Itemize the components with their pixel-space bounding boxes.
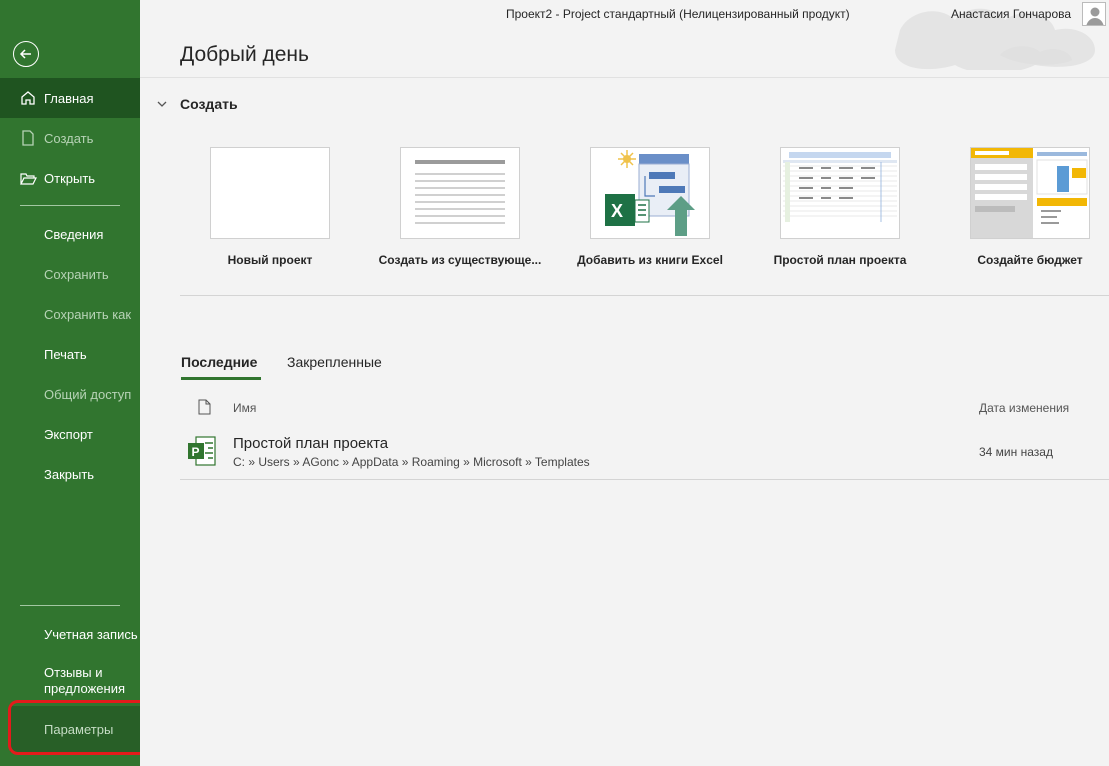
sidebar-item-label: Печать [44, 346, 87, 362]
recent-file-name: Простой план проекта [233, 435, 389, 452]
template-thumbnail: X [590, 147, 710, 239]
document-lines-thumbnail [415, 160, 505, 224]
user-name[interactable]: Анастасия Гончарова [951, 7, 1071, 21]
budget-report-thumbnail [971, 148, 1088, 238]
svg-text:P: P [192, 445, 200, 459]
sidebar-item-label: Главная [44, 90, 94, 106]
sidebar-item-label: Сохранить [44, 266, 109, 282]
sidebar-item-open[interactable]: Открыть [0, 158, 140, 198]
column-header-name[interactable]: Имя [233, 401, 256, 415]
recent-file-path: C: » Users » AGonc » AppData » Roaming »… [233, 455, 590, 469]
template-label: Создать из существующе... [378, 253, 542, 267]
sidebar-item-label: Создать [44, 130, 94, 146]
sidebar-item-label: Экспорт [44, 426, 93, 442]
create-section-title[interactable]: Создать [180, 96, 238, 112]
sidebar-item-label: Открыть [44, 170, 96, 186]
tab-recent[interactable]: Последние [181, 354, 257, 370]
template-thumbnail [970, 147, 1090, 239]
column-header-date[interactable]: Дата изменения [979, 401, 1069, 415]
project-file-icon: P [188, 436, 216, 466]
sidebar-item-label: Отзывы и предложения [44, 665, 126, 696]
sidebar-item-home[interactable]: Главная [0, 78, 140, 118]
sidebar-item-label: Общий доступ [44, 386, 132, 402]
header: Проект2 - Project стандартный (Нелицензи… [140, 0, 1109, 78]
sidebar-item-options[interactable]: Параметры [10, 706, 146, 752]
arrow-left-circle-icon [19, 49, 31, 59]
sidebar-item-save-as[interactable]: Сохранить как [0, 294, 140, 334]
template-thumbnail [780, 147, 900, 239]
sidebar-item-new[interactable]: Создать [0, 118, 140, 158]
svg-text:X: X [611, 201, 623, 221]
table-row[interactable]: P Простой план проекта C: » Users » AGon… [180, 428, 1109, 480]
sidebar-item-label: Учетная запись [44, 626, 138, 642]
user-avatar-icon [1086, 7, 1104, 25]
sidebar-item-print[interactable]: Печать [0, 334, 140, 374]
excel-import-thumbnail: X [605, 150, 695, 236]
home-icon [21, 91, 35, 105]
section-divider [180, 295, 1109, 296]
template-label: Простой план проекта [773, 253, 907, 267]
sidebar-item-label: Сохранить как [44, 306, 132, 322]
sidebar-item-label: Параметры [44, 721, 114, 737]
window-title: Проект2 - Project стандартный (Нелицензи… [506, 7, 850, 21]
template-label: Создайте бюджет [977, 253, 1083, 267]
sidebar-item-label: Закрыть [44, 466, 95, 482]
template-label: Добавить из книги Excel [577, 253, 723, 267]
folder-open-icon [20, 173, 37, 185]
sidebar-item-save[interactable]: Сохранить [0, 254, 140, 294]
sidebar-item-info[interactable]: Сведения [0, 214, 140, 254]
sidebar-item-feedback[interactable]: Отзывы и предложения [0, 657, 140, 707]
template-label: Новый проект [227, 253, 313, 267]
sidebar-divider [20, 205, 120, 206]
back-button[interactable] [13, 41, 39, 67]
chevron-down-icon[interactable] [156, 98, 168, 110]
file-icon [198, 399, 211, 415]
backstage-sidebar: Главная Создать Открыть Сведения Сохрани… [0, 0, 146, 766]
active-tab-indicator [181, 377, 261, 380]
sidebar-divider [20, 605, 120, 606]
sidebar-item-label: Сведения [44, 226, 104, 242]
recent-file-date: 34 мин назад [979, 445, 1053, 459]
template-thumbnail [210, 147, 330, 239]
sidebar-item-close[interactable]: Закрыть [0, 454, 140, 494]
sidebar-item-share[interactable]: Общий доступ [0, 374, 140, 414]
sidebar-item-account[interactable]: Учетная запись [0, 614, 140, 654]
template-thumbnail [400, 147, 520, 239]
backstage-main: Проект2 - Project стандартный (Нелицензи… [140, 0, 1109, 766]
gantt-sheet-thumbnail [783, 152, 897, 222]
new-file-icon [22, 130, 34, 146]
page-title: Добрый день [180, 43, 309, 66]
sidebar-item-export[interactable]: Экспорт [0, 414, 140, 454]
avatar[interactable] [1082, 2, 1106, 26]
tab-pinned[interactable]: Закрепленные [287, 354, 382, 370]
